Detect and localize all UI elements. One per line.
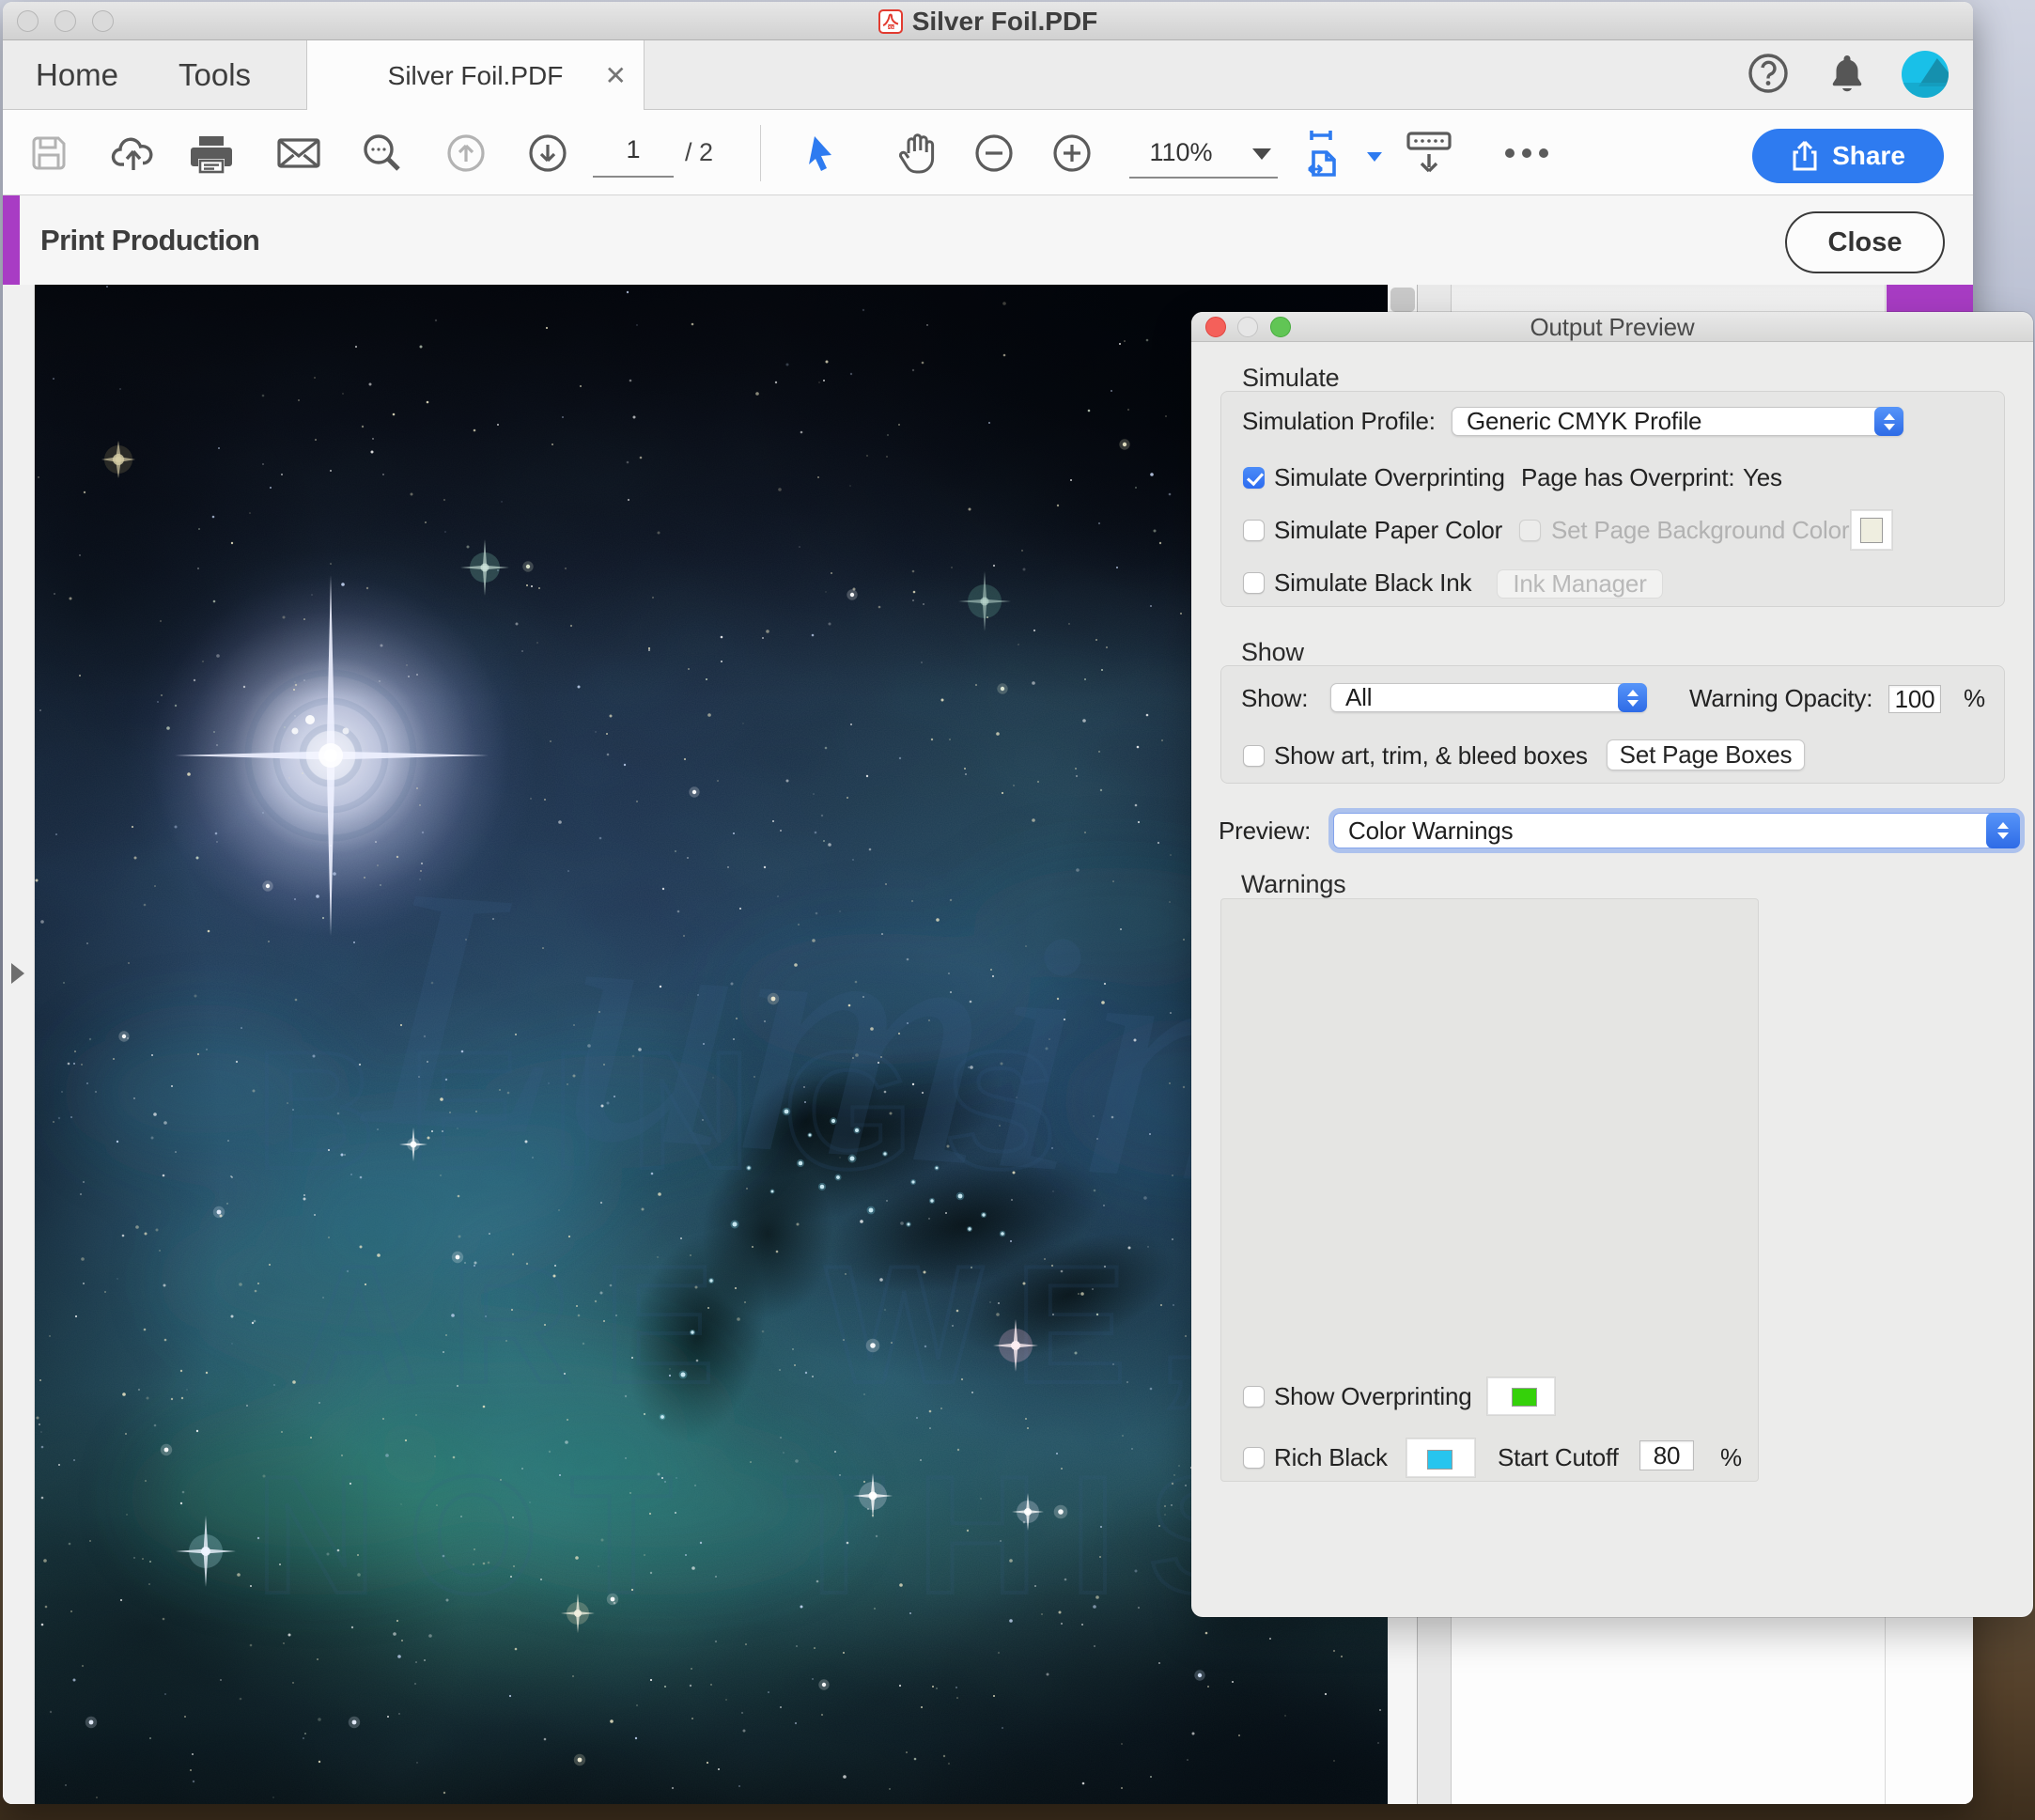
svg-text:ARE WE,: ARE WE, [298,1231,1236,1418]
svg-text:PDF: PDF [887,24,895,29]
svg-text:BEINGS: BEINGS [256,1017,1088,1204]
svg-text:NOT THIS: NOT THIS [256,1441,1292,1628]
